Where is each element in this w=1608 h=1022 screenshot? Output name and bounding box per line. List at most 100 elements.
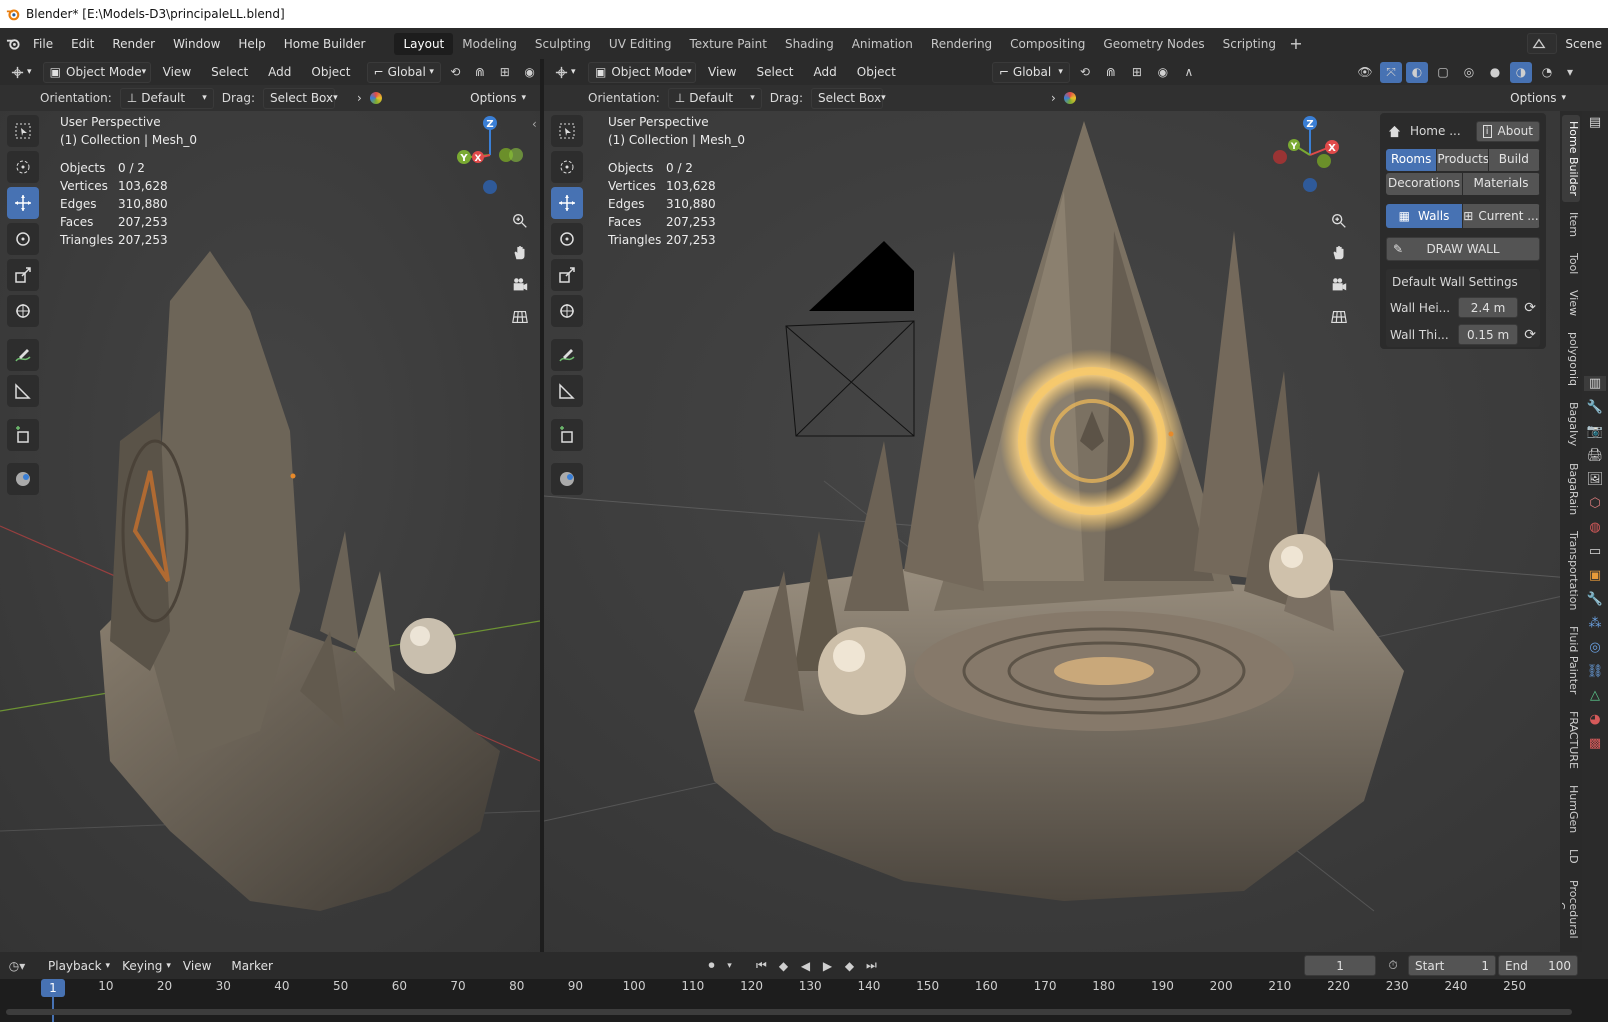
material-properties-icon[interactable]: ◕ (1589, 712, 1600, 727)
tool-properties-icon[interactable]: ▥ (1584, 376, 1606, 391)
timeline-scrollbar[interactable] (6, 1009, 1572, 1015)
falloff-icon[interactable]: ∧ (1178, 62, 1200, 83)
output-properties-icon[interactable]: 🖨 (1587, 448, 1604, 463)
overlay-toggle-icon[interactable]: ◐ (1406, 61, 1428, 83)
refresh-icon[interactable]: ⟳ (1524, 300, 1536, 316)
scale-tool[interactable] (551, 259, 583, 291)
pivot-icon[interactable]: ⟲ (445, 62, 466, 83)
menu-select[interactable]: Select (203, 65, 256, 79)
tab-animation[interactable]: Animation (843, 33, 922, 55)
neg-x-axis-icon[interactable] (1273, 150, 1287, 164)
solid-shading-icon[interactable]: ● (1484, 62, 1506, 83)
object-properties-icon[interactable]: ▣ (1589, 568, 1601, 583)
tab-uv-editing[interactable]: UV Editing (600, 33, 681, 55)
menu-help[interactable]: Help (229, 37, 274, 51)
rotate-tool[interactable] (551, 223, 583, 255)
snap-target-icon[interactable]: ⊞ (494, 62, 515, 83)
pivot-icon[interactable]: ⟲ (1074, 62, 1096, 83)
play-reverse-icon[interactable]: ◀ (794, 955, 816, 976)
chevron-right-icon[interactable]: › (357, 91, 362, 105)
physics-icon[interactable]: ◎ (1589, 640, 1600, 655)
scene-name[interactable]: Scene (1565, 37, 1602, 51)
record-options-icon[interactable]: ▾ (722, 955, 736, 976)
timeline-ruler[interactable]: 10 20 30 40 50 60 70 80 90 100 110 120 130 140 150 160 1… (0, 979, 1608, 1022)
orientation-dropdown[interactable]: ⊥ Default ▾ (119, 87, 214, 109)
record-icon[interactable]: ⏺ (700, 955, 722, 976)
xray-icon[interactable]: ▢ (1432, 62, 1454, 83)
snap-icon[interactable]: ⋒ (470, 62, 491, 83)
jump-end-icon[interactable]: ⏭ (860, 955, 882, 976)
snap-target-icon[interactable]: ⊞ (1126, 62, 1148, 83)
playback-menu[interactable]: Playback ▾ (42, 955, 116, 976)
texture-properties-icon[interactable]: ▩ (1589, 736, 1601, 751)
mode-dropdown[interactable]: ▣ Object Mode ▾ (588, 61, 696, 83)
transform-orientation-dropdown[interactable]: ⌐ Global ▾ (366, 61, 441, 83)
sidebar-tab-fracture[interactable]: FRACTURE (1562, 705, 1580, 775)
menu-home-builder[interactable]: Home Builder (275, 37, 375, 51)
tab-compositing[interactable]: Compositing (1001, 33, 1094, 55)
current-frame-field[interactable]: 1 (1304, 955, 1377, 976)
sidebar-tab-humgen[interactable]: HumGen (1562, 779, 1580, 839)
camera-icon[interactable] (508, 273, 532, 297)
timeline-editor-type-icon[interactable]: ◷▾ (0, 955, 34, 976)
stopwatch-icon[interactable]: ⏱ (1382, 955, 1404, 976)
options-dropdown[interactable]: Options ▾ (1504, 88, 1572, 109)
sidebar-tab-bagaivy[interactable]: BagaIvy (1562, 396, 1580, 452)
pan-hand-icon[interactable] (1327, 241, 1351, 265)
addon-tool[interactable] (7, 463, 39, 495)
addon-tool[interactable] (551, 463, 583, 495)
cursor-tool[interactable] (551, 151, 583, 183)
menu-render[interactable]: Render (103, 37, 164, 51)
menu-object[interactable]: Object (849, 65, 904, 79)
zoom-icon[interactable] (1327, 209, 1351, 233)
select-box-tool[interactable] (7, 115, 39, 147)
measure-tool[interactable] (7, 375, 39, 407)
marker-menu[interactable]: Marker (225, 955, 278, 976)
particles-icon[interactable]: ⁂ (1589, 616, 1602, 631)
menu-add[interactable]: Add (806, 65, 845, 79)
tab-products[interactable]: Products (1437, 149, 1489, 171)
rotate-tool[interactable] (7, 223, 39, 255)
blender-menu-icon[interactable] (2, 33, 24, 54)
left-viewport[interactable]: User Perspective (1) Collection | Mesh_0… (0, 111, 540, 952)
render-properties-icon[interactable]: 📷 (1587, 424, 1603, 439)
menu-file[interactable]: File (24, 37, 62, 51)
next-keyframe-icon[interactable]: ◆ (838, 955, 860, 976)
menu-add[interactable]: Add (260, 65, 299, 79)
wall-height-field[interactable]: 2.4 m (1457, 297, 1519, 318)
tab-shading[interactable]: Shading (776, 33, 843, 55)
orientation-dropdown[interactable]: ⊥ Default ▾ (667, 87, 762, 109)
tab-rendering[interactable]: Rendering (922, 33, 1001, 55)
rendered-shading-icon[interactable]: ◔ (1536, 62, 1558, 83)
tab-scripting[interactable]: Scripting (1214, 33, 1285, 55)
grid-view-icon[interactable] (508, 305, 532, 329)
start-frame-field[interactable]: Start 1 (1408, 955, 1497, 976)
visibility-icon[interactable]: 👁 (1354, 62, 1376, 83)
data-properties-icon[interactable]: △ (1590, 688, 1600, 703)
neg-z-axis-icon[interactable] (483, 180, 497, 194)
snap-icon[interactable]: ⋒ (1100, 62, 1122, 83)
menu-view[interactable]: View (700, 65, 744, 79)
zoom-icon[interactable] (508, 209, 532, 233)
drag-dropdown[interactable]: Select Box ▾ (810, 87, 886, 109)
constraints-icon[interactable]: ⛓ (1587, 664, 1604, 679)
grid-view-icon[interactable] (1327, 305, 1351, 329)
wall-thickness-field[interactable]: 0.15 m (1457, 324, 1519, 345)
transform-orientation-dropdown[interactable]: ⌐ Global ▾ (991, 61, 1070, 83)
home-tab[interactable]: Home ... (1410, 124, 1470, 138)
sidebar-tab-ld[interactable]: LD (1562, 843, 1580, 870)
view-layer-icon[interactable]: 🖼 (1587, 472, 1604, 487)
move-tool[interactable] (551, 187, 583, 219)
scene-browse-button[interactable] (1527, 33, 1558, 54)
annotate-tool[interactable] (551, 339, 583, 371)
collection-properties-icon[interactable]: ▭ (1589, 544, 1601, 559)
tab-rooms[interactable]: Rooms (1386, 149, 1438, 171)
sidebar-tab-view[interactable]: View (1562, 284, 1580, 322)
sidebar-tab-procedural[interactable]: Procedural C (1562, 874, 1580, 938)
tab-geometry-nodes[interactable]: Geometry Nodes (1094, 33, 1213, 55)
add-cube-tool[interactable] (7, 419, 39, 451)
proportional-edit-icon[interactable]: ◉ (519, 62, 540, 83)
modifier-properties-icon[interactable]: 🔧 (1587, 592, 1603, 607)
left-navigation-gizmo[interactable]: Z Y X (448, 113, 532, 201)
shading-options-icon[interactable]: ▾ (1562, 62, 1578, 83)
